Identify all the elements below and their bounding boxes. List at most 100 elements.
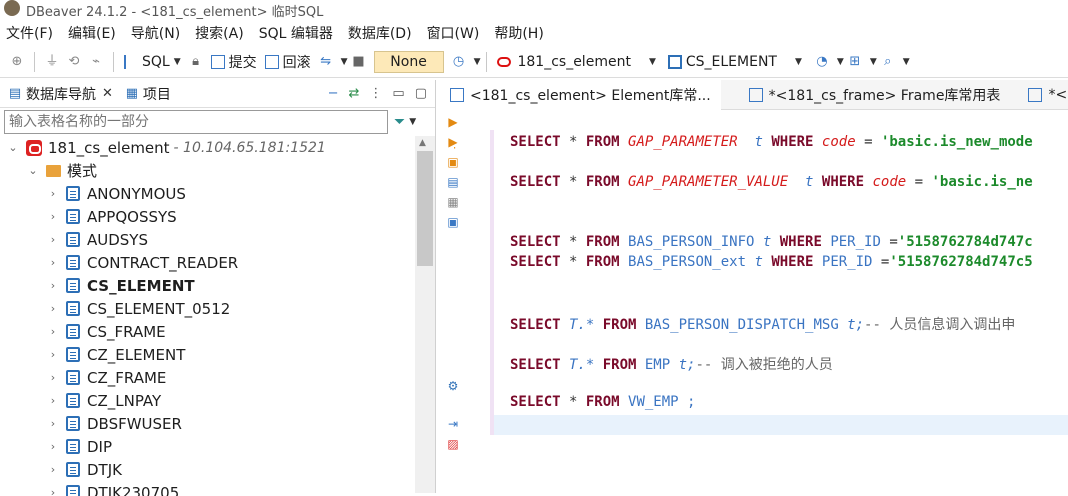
execute-script-icon[interactable]: ▶̣ (445, 134, 461, 150)
new-connection-icon[interactable]: ⊕ (9, 54, 25, 70)
tree-schema-item[interactable]: ›CONTRACT_READER (0, 251, 414, 274)
tab-frame-editor[interactable]: *<181_cs_frame> Frame库常用表 (739, 80, 1011, 110)
code-line[interactable]: SELECT T.* FROM EMP t;-- 调入被拒绝的人员 (510, 354, 833, 374)
tree-schema-item[interactable]: › APPQOSSYS (0, 205, 414, 228)
sql-code-editor[interactable]: SELECT * FROM GAP_PARAMETER t WHERE code… (490, 130, 1068, 435)
active-schema-selector[interactable]: CS_ELEMENT ▼ (668, 54, 802, 70)
tree-schema-item[interactable]: ›DTJK230705 (0, 481, 414, 496)
chevron-down-icon[interactable]: ▼ (837, 57, 844, 67)
code-line[interactable]: SELECT * FROM BAS_PERSON_ext t WHERE PER… (510, 254, 1033, 270)
chevron-down-icon[interactable]: ⌄ (6, 141, 20, 154)
chevron-down-icon[interactable]: ▼ (903, 57, 910, 67)
scroll-up-icon[interactable]: ▲ (419, 138, 426, 148)
chevron-right-icon[interactable]: › (46, 279, 60, 292)
menu-file[interactable]: 文件(F) (6, 23, 53, 43)
tree-schema-item[interactable]: ›CZ_FRAME (0, 366, 414, 389)
search-icon[interactable]: ⌕ (880, 54, 896, 70)
tab-element-editor[interactable]: <181_cs_element> Element库常... (440, 80, 721, 110)
chevron-down-icon[interactable]: ⌄ (26, 164, 40, 177)
disconnect-icon[interactable]: ⌁ (88, 54, 104, 70)
chevron-down-icon[interactable]: ▼ (870, 57, 877, 67)
code-line[interactable]: SELECT * FROM GAP_PARAMETER_VALUE t WHER… (510, 174, 1033, 190)
chevron-right-icon[interactable]: › (46, 463, 60, 476)
menu-search[interactable]: 搜索(A) (195, 23, 244, 43)
menu-edit[interactable]: 编辑(E) (68, 23, 116, 43)
chevron-right-icon[interactable]: › (46, 233, 60, 246)
menu-database[interactable]: 数据库(D) (348, 23, 412, 43)
chevron-right-icon[interactable]: › (46, 302, 60, 315)
chevron-down-icon[interactable]: ▼ (341, 57, 348, 67)
tree-connection[interactable]: ⌄ 181_cs_element - 10.104.65.181:1521 (0, 136, 414, 159)
chevron-right-icon[interactable]: › (46, 417, 60, 430)
tree-schema-item[interactable]: ›CS_ELEMENT_0512 (0, 297, 414, 320)
tree-schemas-folder[interactable]: ⌄ 模式 (0, 159, 414, 182)
results-panel-icon[interactable]: ▦ (445, 194, 461, 210)
minimize-icon[interactable]: ▭ (392, 86, 404, 101)
chevron-right-icon[interactable]: › (46, 256, 60, 269)
tree-schema-item[interactable]: ›ANONYMOUS (0, 182, 414, 205)
menu-help[interactable]: 帮助(H) (494, 23, 543, 43)
settings-gear-icon[interactable]: ⚙ (445, 378, 461, 394)
commit-button[interactable]: 提交 (211, 52, 257, 72)
explain-plan-icon[interactable]: ▤ (445, 174, 461, 190)
tree-schema-item-active[interactable]: ›CS_ELEMENT (0, 274, 414, 297)
dashboard-icon[interactable]: ◔ (814, 54, 830, 70)
view-menu-icon[interactable]: ⋮ (369, 86, 382, 101)
tree-schema-item[interactable]: ›CS_FRAME (0, 320, 414, 343)
network-icon[interactable]: ⊞ (847, 54, 863, 70)
filter-icon[interactable]: ⏷ (394, 114, 405, 130)
code-line[interactable]: SELECT * FROM BAS_PERSON_INFO t WHERE PE… (510, 234, 1033, 250)
tab-third-editor[interactable]: *< (1018, 80, 1068, 110)
chevron-right-icon[interactable]: › (46, 187, 60, 200)
lock-icon[interactable]: 🔒︎ (188, 54, 204, 70)
chevron-right-icon[interactable]: › (46, 348, 60, 361)
chevron-right-icon[interactable]: › (46, 210, 60, 223)
connect-icon[interactable]: ⏚ (44, 54, 60, 70)
code-line[interactable]: SELECT * FROM VW_EMP ; (510, 394, 695, 410)
chevron-right-icon[interactable]: › (46, 486, 60, 496)
import-icon[interactable]: ▨ (445, 436, 461, 452)
history-icon[interactable]: ◷ (451, 54, 467, 70)
execute-statement-icon[interactable]: ▶ (445, 114, 461, 130)
table-name-filter-input[interactable] (4, 110, 388, 134)
tab-database-navigator[interactable]: ▤ 数据库导航 ✕ (4, 84, 113, 104)
code-line[interactable]: SELECT * FROM GAP_PARAMETER t WHERE code… (510, 134, 1033, 150)
chevron-right-icon[interactable]: › (46, 325, 60, 338)
collapse-all-icon[interactable]: − (328, 86, 339, 101)
chevron-right-icon[interactable]: › (46, 394, 60, 407)
active-connection-selector[interactable]: 181_cs_element ▼ (497, 54, 655, 70)
link-editor-icon[interactable]: ⇄ (349, 86, 360, 101)
chevron-down-icon[interactable]: ▼ (174, 57, 181, 67)
chevron-right-icon[interactable]: › (46, 440, 60, 453)
chevron-right-icon[interactable]: › (46, 371, 60, 384)
menu-navigate[interactable]: 导航(N) (131, 23, 180, 43)
rollback-button[interactable]: 回滚 (265, 52, 311, 72)
tab-project[interactable]: ▦ 项目 (121, 84, 171, 104)
output-panel-icon[interactable]: ▣ (445, 214, 461, 230)
tree-schema-item[interactable]: ›AUDSYS (0, 228, 414, 251)
tree-schema-item[interactable]: ›CZ_ELEMENT (0, 343, 414, 366)
export-icon[interactable]: ⇥ (445, 416, 461, 432)
transaction-mode-icon[interactable]: ⇋ (318, 54, 334, 70)
menu-sql-editor[interactable]: SQL 编辑器 (259, 23, 333, 43)
execute-in-new-tab-icon[interactable]: ▣ (445, 154, 461, 170)
chevron-down-icon[interactable]: ▼ (474, 57, 481, 67)
close-icon[interactable]: ✕ (102, 86, 113, 101)
transaction-mode-selector[interactable]: None (374, 51, 444, 73)
tree-schema-item[interactable]: ›CZ_LNPAY (0, 389, 414, 412)
code-line[interactable]: SELECT T.* FROM BAS_PERSON_DISPATCH_MSG … (510, 314, 1015, 334)
chevron-down-icon[interactable]: ▼ (649, 57, 656, 67)
invalidate-icon[interactable]: ⟲ (66, 54, 82, 70)
chevron-down-icon[interactable]: ▼ (795, 57, 802, 67)
tree-schema-item[interactable]: ›DIP (0, 435, 414, 458)
navigator-scrollbar[interactable]: ▲ (415, 136, 435, 493)
schema-name: APPQOSSYS (87, 208, 177, 226)
maximize-icon[interactable]: ▢ (415, 86, 427, 101)
chevron-down-icon[interactable]: ▼ (409, 117, 416, 127)
lock-icon[interactable]: ■ (351, 54, 367, 70)
menu-window[interactable]: 窗口(W) (427, 23, 480, 43)
tree-schema-item[interactable]: ›DTJK (0, 458, 414, 481)
sql-editor-button[interactable]: SQL ▼ (124, 54, 181, 70)
scrollbar-thumb[interactable] (417, 151, 433, 266)
tree-schema-item[interactable]: ›DBSFWUSER (0, 412, 414, 435)
